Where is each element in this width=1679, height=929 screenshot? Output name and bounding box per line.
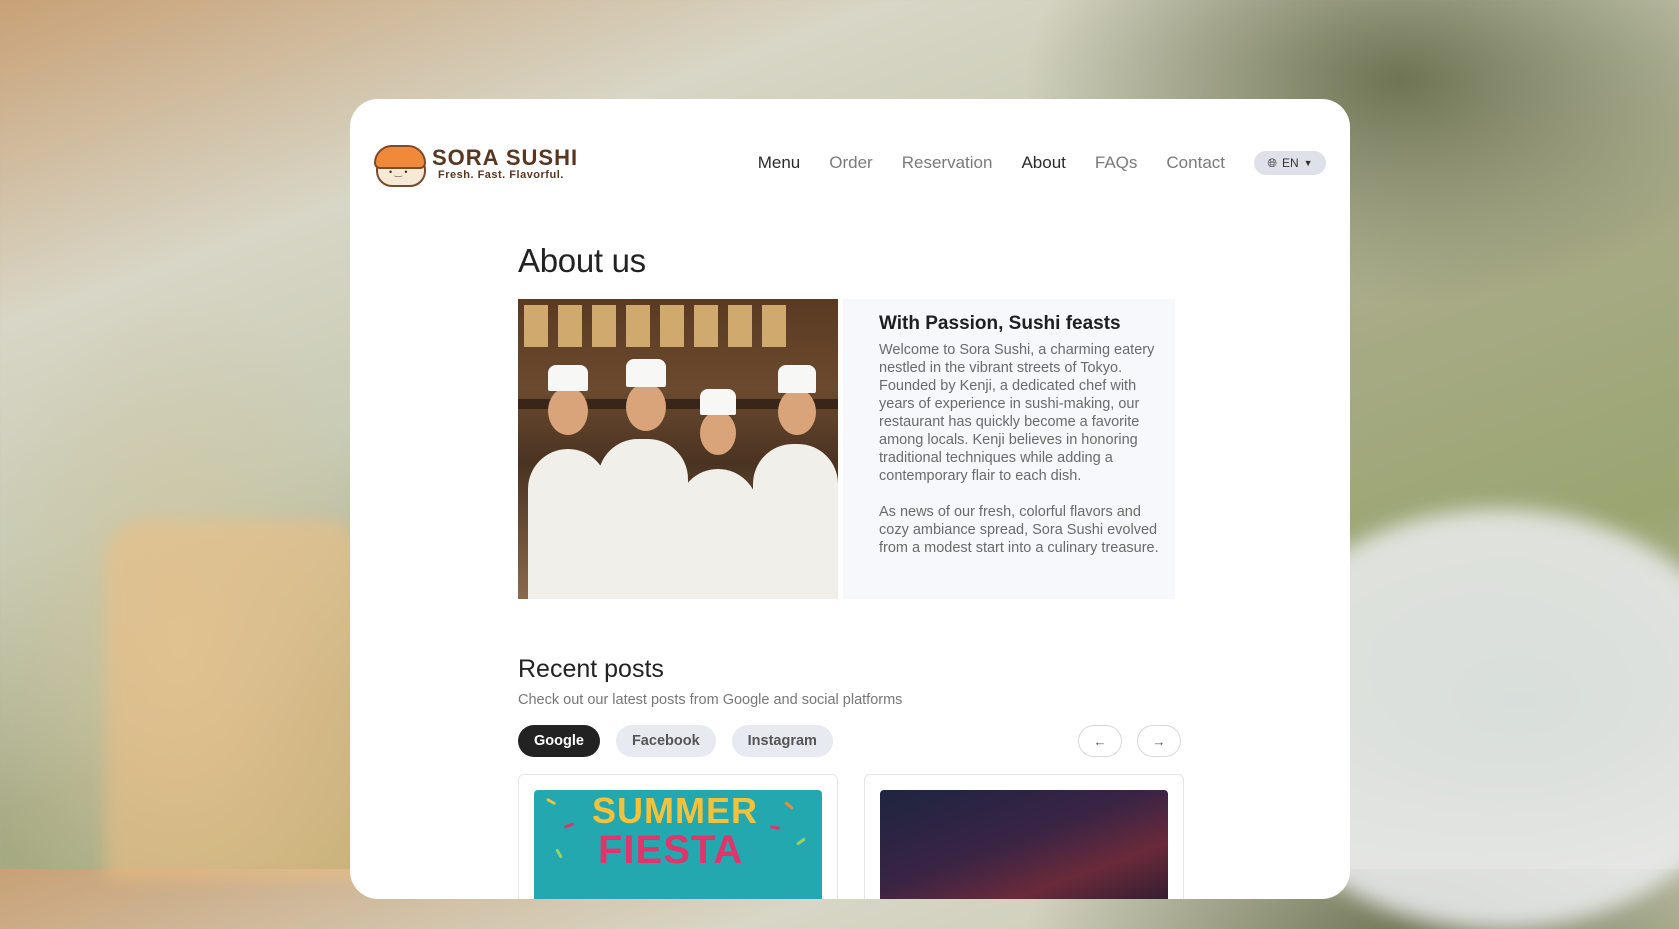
- prev-button[interactable]: ←: [1078, 725, 1122, 757]
- post-card[interactable]: SUMMER FIESTA: [518, 774, 838, 899]
- sushi-logo-icon: • ‿ •: [374, 143, 426, 187]
- background-fork: [105, 520, 365, 880]
- brand-logo[interactable]: • ‿ • SORA SUSHI Fresh. Fast. Flavorful.: [374, 143, 579, 187]
- page-title: About us: [518, 242, 646, 279]
- recent-posts-title: Recent posts: [518, 655, 664, 683]
- main-card: • ‿ • SORA SUSHI Fresh. Fast. Flavorful.…: [350, 99, 1350, 899]
- nav-about[interactable]: About: [1021, 153, 1065, 173]
- filter-instagram[interactable]: Instagram: [731, 725, 833, 757]
- filter-facebook[interactable]: Facebook: [615, 725, 716, 757]
- about-paragraph-2: As news of our fresh, colorful flavors a…: [879, 504, 1159, 556]
- nav-contact[interactable]: Contact: [1166, 153, 1225, 173]
- post-source-filters: Google Facebook Instagram: [518, 725, 833, 757]
- language-label: EN: [1282, 156, 1299, 170]
- main-nav: Menu Order Reservation About FAQs Contac…: [758, 153, 1225, 173]
- nav-reservation[interactable]: Reservation: [902, 153, 993, 173]
- globe-icon: 🌐︎: [1267, 155, 1277, 170]
- caret-down-icon: ▼: [1303, 158, 1313, 168]
- filter-google[interactable]: Google: [518, 725, 600, 757]
- recent-posts-subtitle: Check out our latest posts from Google a…: [518, 692, 903, 708]
- brand-name: SORA SUSHI: [432, 145, 579, 170]
- language-selector[interactable]: 🌐︎ EN ▼: [1254, 151, 1326, 175]
- post-image-text-2: FIESTA: [598, 828, 744, 872]
- nav-order[interactable]: Order: [829, 153, 872, 173]
- about-paragraph-1: Welcome to Sora Sushi, a charming eatery…: [879, 342, 1155, 484]
- next-button[interactable]: →: [1137, 725, 1181, 757]
- nav-menu[interactable]: Menu: [758, 153, 801, 173]
- arrow-left-icon: ←: [1093, 733, 1107, 749]
- chefs-photo: [518, 299, 838, 599]
- post-image-text-1: SUMMER: [592, 790, 758, 831]
- post-image: [880, 790, 1168, 899]
- about-panel: With Passion, Sushi feasts Welcome to So…: [843, 299, 1175, 599]
- arrow-right-icon: →: [1152, 733, 1166, 749]
- post-card[interactable]: [864, 774, 1184, 899]
- nav-faqs[interactable]: FAQs: [1095, 153, 1138, 173]
- about-heading: With Passion, Sushi feasts: [879, 313, 1121, 334]
- brand-tagline: Fresh. Fast. Flavorful.: [438, 169, 564, 181]
- post-image: SUMMER FIESTA: [534, 790, 822, 899]
